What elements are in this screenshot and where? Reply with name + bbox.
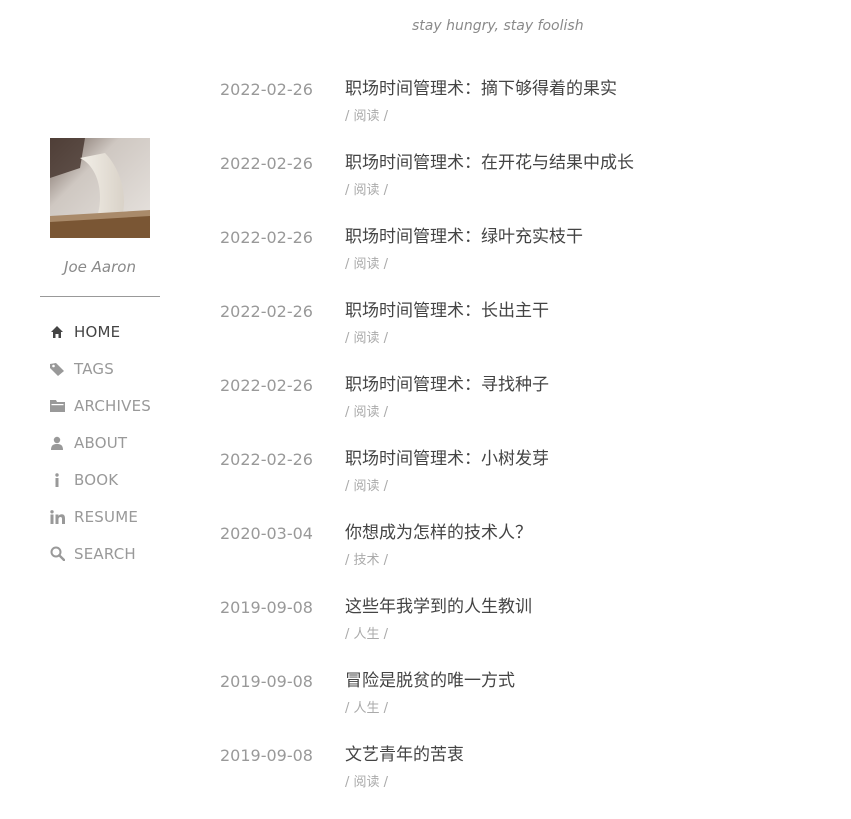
post-category[interactable]: / 阅读 / — [345, 401, 820, 420]
post-date: 2020-03-04 — [220, 524, 313, 543]
list-item: 2022-02-26 职场时间管理术：寻找种子 / 阅读 / — [220, 374, 820, 448]
archive-icon — [49, 398, 65, 414]
nav-item-search[interactable]: SEARCH — [40, 535, 160, 572]
post-category[interactable]: / 阅读 / — [345, 475, 820, 494]
nav-item-tags[interactable]: TAGS — [40, 350, 160, 387]
list-item: 2019-09-08 这些年我学到的人生教训 / 人生 / — [220, 596, 820, 670]
post-category[interactable]: / 阅读 / — [345, 105, 820, 124]
post-date: 2022-02-26 — [220, 154, 313, 173]
post-title-link[interactable]: 文艺青年的苦衷 — [345, 744, 820, 766]
post-date: 2022-02-26 — [220, 450, 313, 469]
tags-icon — [49, 361, 65, 377]
home-icon — [49, 324, 65, 340]
post-date: 2022-02-26 — [220, 80, 313, 99]
post-category[interactable]: / 阅读 / — [345, 179, 820, 198]
post-title-link[interactable]: 职场时间管理术：长出主干 — [345, 300, 820, 322]
post-date: 2022-02-26 — [220, 302, 313, 321]
post-list: 2022-02-26 职场时间管理术：摘下够得着的果实 / 阅读 / 2022-… — [220, 78, 820, 818]
list-item: 2022-02-26 职场时间管理术：在开花与结果中成长 / 阅读 / — [220, 152, 820, 226]
post-date: 2022-02-26 — [220, 228, 313, 247]
post-date: 2019-09-08 — [220, 598, 313, 617]
post-category[interactable]: / 阅读 / — [345, 253, 820, 272]
post-date: 2019-09-08 — [220, 746, 313, 765]
nav-label: RESUME — [74, 507, 139, 526]
sidebar: Joe Aaron HOME TAGS ARCHIVES ABOUT BOOK … — [40, 138, 160, 572]
post-title-link[interactable]: 冒险是脱贫的唯一方式 — [345, 670, 820, 692]
info-icon — [49, 472, 65, 488]
list-item: 2019-09-08 冒险是脱贫的唯一方式 / 人生 / — [220, 670, 820, 744]
post-title-link[interactable]: 职场时间管理术：在开花与结果中成长 — [345, 152, 820, 174]
post-title-link[interactable]: 你想成为怎样的技术人？ — [345, 522, 820, 544]
author-name: Joe Aaron — [64, 258, 136, 276]
post-category[interactable]: / 人生 / — [345, 623, 820, 642]
nav-item-home[interactable]: HOME — [40, 313, 160, 350]
post-date: 2022-02-26 — [220, 376, 313, 395]
main-nav: HOME TAGS ARCHIVES ABOUT BOOK RESUME SEA… — [40, 313, 160, 572]
post-title-link[interactable]: 职场时间管理术：小树发芽 — [345, 448, 820, 470]
nav-label: HOME — [74, 322, 121, 341]
list-item: 2022-02-26 职场时间管理术：长出主干 / 阅读 / — [220, 300, 820, 374]
nav-item-book[interactable]: BOOK — [40, 461, 160, 498]
user-icon — [49, 435, 65, 451]
avatar-image — [50, 138, 150, 238]
post-title-link[interactable]: 这些年我学到的人生教训 — [345, 596, 820, 618]
linkedin-icon — [49, 509, 65, 525]
nav-label: TAGS — [74, 359, 114, 378]
list-item: 2022-02-26 职场时间管理术：摘下够得着的果实 / 阅读 / — [220, 78, 820, 152]
nav-item-about[interactable]: ABOUT — [40, 424, 160, 461]
sidebar-divider — [40, 296, 160, 297]
nav-label: SEARCH — [74, 544, 136, 563]
avatar[interactable] — [50, 138, 150, 238]
list-item: 2019-09-08 文艺青年的苦衷 / 阅读 / — [220, 744, 820, 818]
post-category[interactable]: / 阅读 / — [345, 771, 820, 790]
nav-label: ABOUT — [74, 433, 128, 452]
post-title-link[interactable]: 职场时间管理术：摘下够得着的果实 — [345, 78, 820, 100]
search-icon — [49, 546, 65, 562]
post-category[interactable]: / 阅读 / — [345, 327, 820, 346]
post-date: 2019-09-08 — [220, 672, 313, 691]
post-category[interactable]: / 技术 / — [345, 549, 820, 568]
post-title-link[interactable]: 职场时间管理术：寻找种子 — [345, 374, 820, 396]
nav-label: BOOK — [74, 470, 119, 489]
nav-label: ARCHIVES — [74, 396, 151, 415]
nav-item-archives[interactable]: ARCHIVES — [40, 387, 160, 424]
list-item: 2020-03-04 你想成为怎样的技术人？ / 技术 / — [220, 522, 820, 596]
nav-item-resume[interactable]: RESUME — [40, 498, 160, 535]
site-tagline: stay hungry, stay foolish — [412, 18, 584, 34]
post-category[interactable]: / 人生 / — [345, 697, 820, 716]
post-title-link[interactable]: 职场时间管理术：绿叶充实枝干 — [345, 226, 820, 248]
list-item: 2022-02-26 职场时间管理术：绿叶充实枝干 / 阅读 / — [220, 226, 820, 300]
blog-page: stay hungry, stay foolish Joe Aaron HOME… — [0, 0, 851, 819]
list-item: 2022-02-26 职场时间管理术：小树发芽 / 阅读 / — [220, 448, 820, 522]
